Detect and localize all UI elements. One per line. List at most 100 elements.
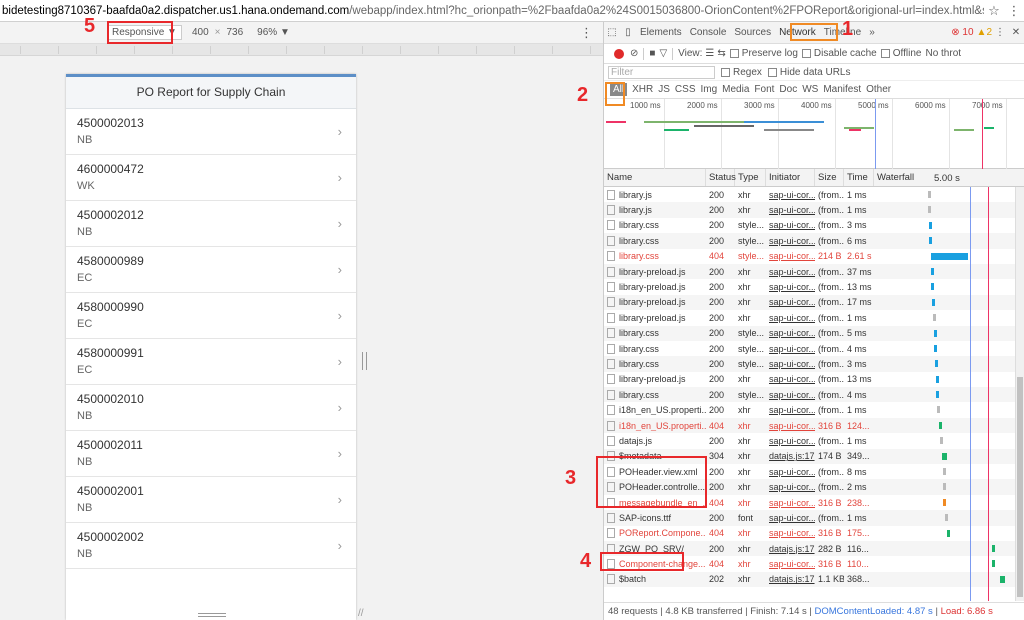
request-row[interactable]: library.js 200 xhr sap-ui-cor... (from... 1 m… <box>604 202 1024 218</box>
address-bar[interactable]: bidetesting8710367-baafda0a2.dispatcher.… <box>0 0 1024 22</box>
tab-sources[interactable]: Sources <box>730 27 775 38</box>
col-name[interactable]: Name <box>604 169 706 186</box>
error-count-badge[interactable]: ⊗ 10 <box>951 27 973 38</box>
request-initiator-link[interactable]: sap-ui-cor... <box>766 405 815 415</box>
request-initiator-link[interactable]: sap-ui-cor... <box>766 436 815 446</box>
request-row[interactable]: i18n_en_US.properti... 404 xhr sap-ui-cor..… <box>604 417 1024 434</box>
type-filter-img[interactable]: Img <box>700 84 717 95</box>
request-row[interactable]: SAP-icons.ttf 200 font sap-ui-cor... (from..… <box>604 510 1024 526</box>
request-initiator-link[interactable]: sap-ui-cor... <box>766 251 815 261</box>
corner-resize-handle[interactable]: // <box>358 608 364 619</box>
request-initiator-link[interactable]: sap-ui-cor... <box>766 205 815 215</box>
request-initiator-link[interactable]: sap-ui-cor... <box>766 297 815 307</box>
type-filter-doc[interactable]: Doc <box>779 84 797 95</box>
height-resize-handle[interactable] <box>198 613 226 617</box>
offline-checkbox[interactable] <box>880 49 890 58</box>
type-filter-js[interactable]: JS <box>658 84 670 95</box>
overview-icon[interactable]: ⇆ <box>717 48 725 59</box>
request-row[interactable]: library.css 200 style... sap-ui-cor... (from… <box>604 340 1024 357</box>
request-initiator-link[interactable]: sap-ui-cor... <box>766 267 815 277</box>
devtools-menu-icon[interactable]: ⋮ <box>992 27 1008 38</box>
po-list-item[interactable]: 4580000991 EC › <box>66 339 356 385</box>
tab-console[interactable]: Console <box>686 27 731 38</box>
request-row[interactable]: library.css 200 style... sap-ui-cor... (from… <box>604 387 1024 403</box>
type-filter-ws[interactable]: WS <box>802 84 818 95</box>
request-row[interactable]: datajs.js 200 xhr sap-ui-cor... (from... 1 ms <box>604 433 1024 449</box>
width-resize-handle[interactable] <box>362 352 367 370</box>
request-initiator-link[interactable]: sap-ui-cor... <box>766 359 815 369</box>
request-row[interactable]: library.js 200 xhr sap-ui-cor... (from... 1 m… <box>604 187 1024 203</box>
regex-checkbox[interactable] <box>721 67 730 77</box>
throttle-select[interactable]: No throt <box>925 48 961 59</box>
col-time[interactable]: Time <box>844 169 874 186</box>
col-initiator[interactable]: Initiator <box>766 169 815 186</box>
request-initiator-link[interactable]: datajs.js:17 <box>766 574 815 584</box>
po-list-item[interactable]: 4500002001 NB › <box>66 477 356 523</box>
inspect-icon[interactable]: ⬚ <box>604 27 620 38</box>
request-row[interactable]: library.css 404 style... sap-ui-cor... 214 B… <box>604 248 1024 264</box>
request-row[interactable]: library-preload.js 200 xhr sap-ui-cor... (fr… <box>604 310 1024 326</box>
request-initiator-link[interactable]: sap-ui-cor... <box>766 220 815 230</box>
width-input[interactable]: 400 <box>192 27 209 38</box>
request-row[interactable]: $batch 202 xhr datajs.js:17 1.1 KB 368... <box>604 571 1024 588</box>
tab-elements[interactable]: Elements <box>636 27 686 38</box>
request-row[interactable]: library-preload.js 200 xhr sap-ui-cor... (fr… <box>604 263 1024 280</box>
request-initiator-link[interactable]: sap-ui-cor... <box>766 344 815 354</box>
clear-icon[interactable]: ⊘ <box>630 48 638 59</box>
request-row[interactable]: i18n_en_US.properti... 200 xhr sap-ui-cor..… <box>604 402 1024 418</box>
type-filter-font[interactable]: Font <box>754 84 774 95</box>
request-initiator-link[interactable]: sap-ui-cor... <box>766 482 815 492</box>
type-filter-manifest[interactable]: Manifest <box>823 84 861 95</box>
preserve-log-checkbox[interactable] <box>729 49 739 58</box>
type-filter-other[interactable]: Other <box>866 84 891 95</box>
po-list-item[interactable]: 4500002011 NB › <box>66 431 356 477</box>
request-row[interactable]: library.css 200 style... sap-ui-cor... (from… <box>604 217 1024 234</box>
request-initiator-link[interactable]: sap-ui-cor... <box>766 236 815 246</box>
request-initiator-link[interactable]: sap-ui-cor... <box>766 498 815 508</box>
request-initiator-link[interactable]: datajs.js:17 <box>766 451 815 461</box>
request-initiator-link[interactable]: sap-ui-cor... <box>766 513 815 523</box>
request-row[interactable]: library-preload.js 200 xhr sap-ui-cor... (fr… <box>604 294 1024 311</box>
filter-icon[interactable]: ▽ <box>659 48 667 59</box>
request-row[interactable]: library.css 200 style... sap-ui-cor... (from… <box>604 325 1024 341</box>
request-row[interactable]: library.css 200 style... sap-ui-cor... (from… <box>604 233 1024 249</box>
capture-screenshots-icon[interactable]: ■ <box>649 48 655 59</box>
po-list-item[interactable]: 4580000990 EC › <box>66 293 356 339</box>
po-list-item[interactable]: 4600000472 WK › <box>66 155 356 201</box>
request-initiator-link[interactable]: sap-ui-cor... <box>766 467 815 477</box>
zoom-select[interactable]: 96% ▼ <box>257 27 290 38</box>
media-query-ruler[interactable] <box>0 44 603 56</box>
warning-count-badge[interactable]: ▲2 <box>977 27 992 38</box>
po-list-item[interactable]: 4500002013 NB › <box>66 109 356 155</box>
request-initiator-link[interactable]: sap-ui-cor... <box>766 528 815 538</box>
request-initiator-link[interactable]: sap-ui-cor... <box>766 390 815 400</box>
device-more-icon[interactable]: ⋮ <box>580 25 593 41</box>
scrollbar-thumb[interactable] <box>1017 377 1023 597</box>
url-text[interactable]: bidetesting8710367-baafda0a2.dispatcher.… <box>2 5 984 17</box>
type-filter-css[interactable]: CSS <box>675 84 696 95</box>
po-list-item[interactable]: 4500002002 NB › <box>66 523 356 569</box>
po-list-item[interactable]: 4500002012 NB › <box>66 201 356 247</box>
col-size[interactable]: Size <box>815 169 844 186</box>
large-rows-icon[interactable]: ☰ <box>705 48 714 59</box>
hide-data-urls-checkbox[interactable] <box>767 67 777 77</box>
request-row[interactable]: library-preload.js 200 xhr sap-ui-cor... (fr… <box>604 371 1024 388</box>
type-filter-media[interactable]: Media <box>722 84 749 95</box>
request-row[interactable]: library-preload.js 200 xhr sap-ui-cor... (fr… <box>604 279 1024 295</box>
browser-menu-icon[interactable]: ⋮ <box>1004 3 1024 19</box>
request-initiator-link[interactable]: datajs.js:17 <box>766 544 815 554</box>
col-status[interactable]: Status <box>706 169 736 186</box>
col-type[interactable]: Type <box>735 169 766 186</box>
request-initiator-link[interactable]: sap-ui-cor... <box>766 190 815 200</box>
po-list-item[interactable]: 4500002010 NB › <box>66 385 356 431</box>
col-waterfall[interactable]: Waterfall 5.00 s <box>874 169 1024 186</box>
disable-cache-checkbox[interactable] <box>801 49 811 58</box>
device-mode-icon[interactable]: ▯ <box>620 27 636 38</box>
bookmark-star-icon[interactable]: ☆ <box>984 3 1004 19</box>
tab-overflow[interactable]: » <box>865 27 879 38</box>
close-devtools-icon[interactable]: ✕ <box>1008 27 1024 38</box>
height-input[interactable]: 736 <box>226 27 243 38</box>
request-row[interactable]: library.css 200 style... sap-ui-cor... (from… <box>604 356 1024 372</box>
network-overview[interactable]: 1000 ms 2000 ms 3000 ms 4000 ms 5000 ms 6000 … <box>604 99 1024 169</box>
request-row[interactable]: POReport.Compone... 404 xhr sap-ui-cor... 31… <box>604 525 1024 541</box>
